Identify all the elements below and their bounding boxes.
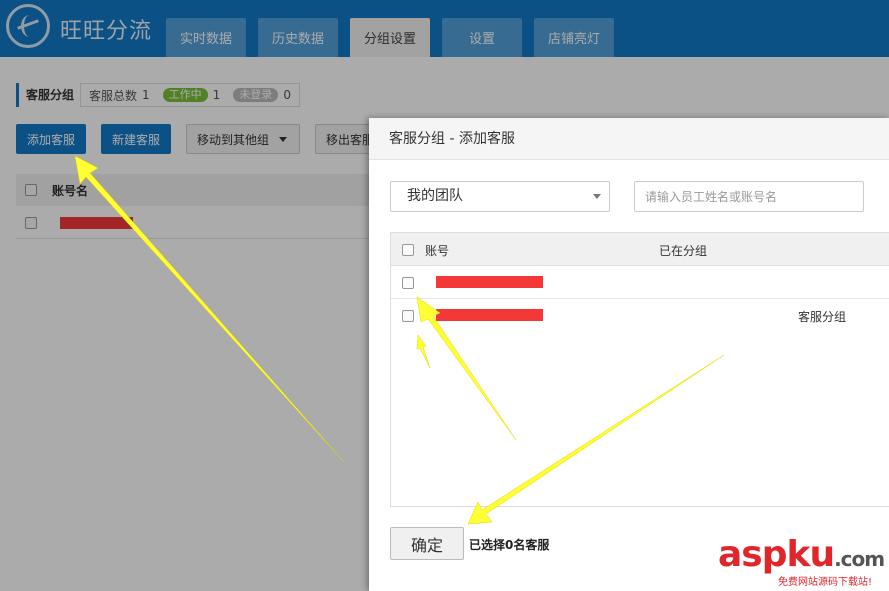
watermark-tagline: 免费网站源码下载站! [778, 577, 873, 588]
agent-list: 账号 已在分组 客服分组 [390, 232, 889, 507]
row-group: 客服分组 [798, 310, 847, 324]
add-agent-dialog: 客服分组 - 添加客服 我的团队 账号 已在分组 客服分组 确定 已选择0名客服 [369, 118, 889, 591]
confirm-button[interactable]: 确定 [390, 527, 464, 560]
col-account: 账号 [425, 244, 450, 258]
row-checkbox[interactable] [402, 310, 414, 322]
team-select[interactable]: 我的团队 [390, 181, 610, 212]
watermark-logo: aspku.com 免费网站源码下载站! [718, 534, 888, 590]
dialog-title: 客服分组 - 添加客服 [369, 118, 889, 160]
selected-count: 已选择0名客服 [469, 538, 550, 552]
select-all-checkbox[interactable] [402, 244, 414, 256]
agent-list-header: 账号 已在分组 [391, 233, 889, 266]
redacted-account [436, 309, 543, 321]
row-checkbox[interactable] [402, 277, 414, 289]
chevron-down-icon [593, 194, 601, 199]
search-input[interactable] [634, 181, 864, 212]
list-item: 客服分组 [391, 299, 889, 332]
team-select-value: 我的团队 [407, 188, 463, 204]
watermark-brand-a: asp [718, 534, 787, 575]
watermark-brand-c: .com [834, 547, 885, 571]
col-existing-group: 已在分组 [659, 244, 708, 258]
list-item [391, 266, 889, 299]
watermark-brand-b: ku [786, 534, 836, 575]
redacted-account [436, 276, 543, 288]
